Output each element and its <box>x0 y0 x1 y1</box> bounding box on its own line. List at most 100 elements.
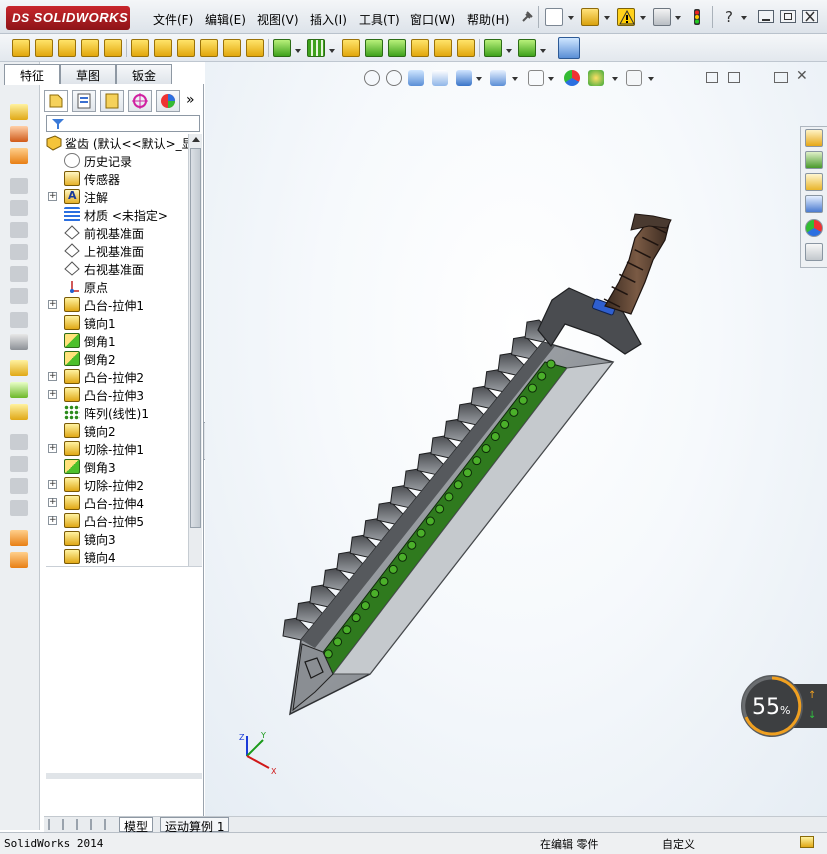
wrap-icon[interactable] <box>411 39 429 57</box>
chevron-down-icon[interactable] <box>476 77 482 81</box>
feature-tool-icon[interactable] <box>10 334 28 350</box>
zoom-to-area-icon[interactable] <box>386 70 402 86</box>
chevron-down-icon[interactable] <box>741 16 747 20</box>
configuration-manager-tab-icon[interactable] <box>100 90 124 112</box>
thread-tool-icon[interactable] <box>10 456 28 472</box>
loft-tool-icon[interactable] <box>10 148 28 164</box>
new-document-icon[interactable] <box>545 8 563 26</box>
tab-sketch[interactable]: 草图 <box>60 64 116 84</box>
tree-filter-field[interactable] <box>46 115 200 132</box>
solidworks-logo[interactable]: DS SOLIDWORKS <box>6 6 130 30</box>
tree-item[interactable]: + 凸台-拉伸1 <box>46 296 188 314</box>
chevron-down-icon[interactable] <box>604 16 610 20</box>
curves-icon[interactable] <box>518 39 536 57</box>
expand-icon[interactable]: + <box>48 444 57 453</box>
mirror-icon[interactable] <box>457 39 475 57</box>
cut-tool-icon[interactable] <box>10 360 28 376</box>
traffic-light-icon[interactable] <box>688 8 706 26</box>
double-chevron-right-icon[interactable]: » <box>186 92 195 108</box>
display-manager-tab-icon[interactable] <box>156 90 180 112</box>
menu-view[interactable]: 视图(V) <box>257 11 299 28</box>
feature-tree-tab-icon[interactable] <box>44 90 68 112</box>
solidworks-resources-icon[interactable] <box>805 129 823 147</box>
menu-window[interactable]: 窗口(W) <box>410 11 455 28</box>
chevron-down-icon[interactable] <box>295 49 301 53</box>
expand-icon[interactable]: + <box>48 300 57 309</box>
fillet-icon[interactable] <box>273 39 291 57</box>
tree-scrollbar[interactable] <box>188 134 202 566</box>
tab-scroll-arrows[interactable] <box>48 819 112 830</box>
draft-tool-icon[interactable] <box>10 222 28 238</box>
lofted-boss-icon[interactable] <box>81 39 99 57</box>
revolve-tool-icon[interactable] <box>10 126 28 142</box>
tree-item[interactable]: + 凸台-拉伸3 <box>46 386 188 404</box>
boundary-boss-icon[interactable] <box>104 39 122 57</box>
tree-item[interactable]: 倒角2 <box>46 350 188 368</box>
tab-motion-study[interactable]: 运动算例 1 <box>160 817 230 834</box>
intersect-icon[interactable] <box>434 39 452 57</box>
tree-item[interactable]: + 凸台-拉伸5 <box>46 512 188 530</box>
wrap-tool-icon[interactable] <box>10 312 28 328</box>
instant3d-icon[interactable] <box>558 37 580 59</box>
revolved-cut-icon[interactable] <box>177 39 195 57</box>
scrollbar-thumb[interactable] <box>190 148 201 528</box>
rib-icon[interactable] <box>342 39 360 57</box>
tree-item[interactable]: + 切除-拉伸1 <box>46 440 188 458</box>
move-face-tool-icon[interactable] <box>10 552 28 568</box>
chevron-down-icon[interactable] <box>675 16 681 20</box>
tree-item[interactable]: 历史记录 <box>46 152 188 170</box>
fillet-tool-icon[interactable] <box>10 200 28 216</box>
hide-show-items-icon[interactable] <box>528 70 544 86</box>
expand-icon[interactable]: + <box>48 516 57 525</box>
scale-tool-icon[interactable] <box>10 530 28 546</box>
chevron-down-icon[interactable] <box>506 49 512 53</box>
tree-item[interactable]: + 切除-拉伸2 <box>46 476 188 494</box>
chamfer-tool-icon[interactable] <box>10 178 28 194</box>
tree-item[interactable]: 镜向3 <box>46 530 188 548</box>
chevron-down-icon[interactable] <box>548 77 554 81</box>
graphics-viewport[interactable]: Y Z X <box>205 62 827 816</box>
draft-icon[interactable] <box>365 39 383 57</box>
mirror-tool-icon[interactable] <box>10 404 28 420</box>
tree-item[interactable]: 镜向2 <box>46 422 188 440</box>
expand-icon[interactable]: + <box>48 480 57 489</box>
tree-item[interactable]: 原点 <box>46 278 188 296</box>
chevron-down-icon[interactable] <box>512 77 518 81</box>
tree-item[interactable]: 上视基准面 <box>46 242 188 260</box>
display-style-icon[interactable] <box>490 70 506 86</box>
shell-icon[interactable] <box>388 39 406 57</box>
open-file-icon[interactable] <box>581 8 599 26</box>
viewport-restore-icon[interactable] <box>774 72 788 83</box>
tree-root-part[interactable]: 鲨齿 (默认<<默认>_显 <box>46 134 188 152</box>
status-custom-units[interactable]: 自定义 <box>662 836 695 852</box>
edit-appearance-icon[interactable] <box>564 70 580 86</box>
expand-icon[interactable]: + <box>48 390 57 399</box>
shell-tool-icon[interactable] <box>10 244 28 260</box>
linear-pattern-icon[interactable] <box>307 39 325 57</box>
sword-model[interactable] <box>205 62 827 816</box>
file-explorer-icon[interactable] <box>805 173 823 191</box>
dome-tool-icon[interactable] <box>10 288 28 304</box>
apply-scene-icon[interactable] <box>588 70 604 86</box>
split-tool-icon[interactable] <box>10 478 28 494</box>
pin-icon[interactable] <box>518 8 536 26</box>
tree-item[interactable]: 前视基准面 <box>46 224 188 242</box>
pattern-tool-icon[interactable] <box>10 382 28 398</box>
boundary-cut-icon[interactable] <box>246 39 264 57</box>
menu-help[interactable]: 帮助(H) <box>467 11 509 28</box>
view-palette-icon[interactable] <box>805 195 823 213</box>
chevron-down-icon[interactable] <box>612 77 618 81</box>
tree-item[interactable]: 镜向4 <box>46 548 188 566</box>
revolved-boss-icon[interactable] <box>35 39 53 57</box>
chevron-down-icon[interactable] <box>640 16 646 20</box>
extruded-cut-icon[interactable] <box>131 39 149 57</box>
menu-tools[interactable]: 工具(T) <box>359 11 400 28</box>
extruded-boss-icon[interactable] <box>12 39 30 57</box>
hole-wizard-icon[interactable] <box>154 39 172 57</box>
property-manager-tab-icon[interactable] <box>72 90 96 112</box>
tree-item[interactable]: 镜向1 <box>46 314 188 332</box>
combine-tool-icon[interactable] <box>10 500 28 516</box>
tab-model[interactable]: 模型 <box>119 817 154 834</box>
expand-icon[interactable]: + <box>48 372 57 381</box>
custom-properties-icon[interactable] <box>805 243 823 261</box>
